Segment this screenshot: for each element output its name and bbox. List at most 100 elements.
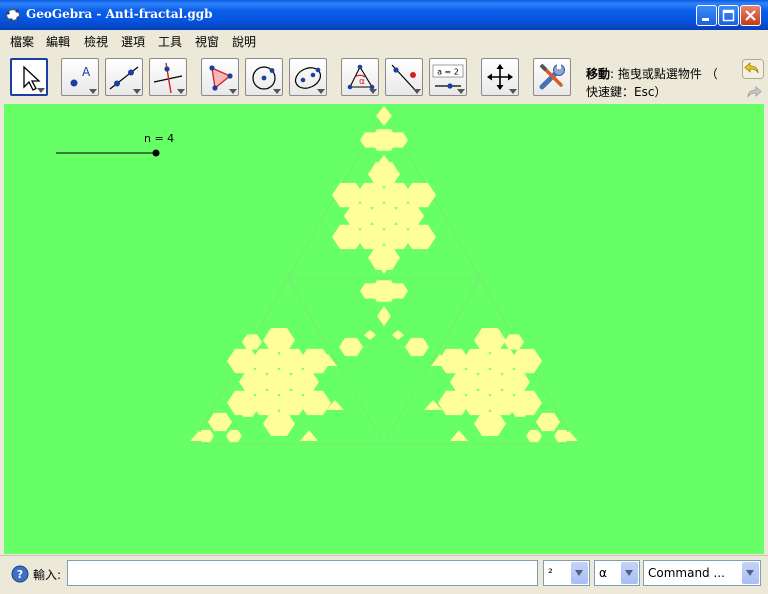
hexagon-cell (332, 224, 364, 250)
command-combo-value: Command ... (648, 566, 725, 580)
anti-fractal-shape[interactable] (190, 106, 578, 443)
input-label: 輸入: (33, 568, 62, 582)
hexagon-cell (474, 411, 506, 436)
circle-tool-button[interactable] (245, 58, 283, 96)
minimize-button[interactable] (696, 5, 717, 26)
diamond-cell (377, 306, 391, 326)
graphics-drawing[interactable]: n = 4 (4, 104, 764, 554)
reflect-tool-button[interactable] (385, 58, 423, 96)
hexagon-cell (536, 412, 560, 432)
window-title: GeoGebra - Anti-fractal.ggb (26, 7, 213, 21)
hexagon-cell (404, 224, 436, 250)
title-bar[interactable]: GeoGebra - Anti-fractal.ggb (0, 0, 768, 30)
conic-tool-button[interactable] (289, 58, 327, 96)
svg-text:α: α (359, 77, 365, 87)
menu-edit[interactable]: 編輯 (46, 33, 70, 50)
hexagon-cell (287, 369, 319, 395)
diamond-cell (376, 106, 392, 126)
hexagon-cell (438, 390, 470, 416)
menu-file[interactable]: 檔案 (10, 33, 34, 50)
move-view-tool-button[interactable] (481, 58, 519, 96)
point-tool-button[interactable]: A (61, 58, 99, 96)
diamond-cell (392, 330, 404, 340)
help-icon[interactable]: ? (11, 565, 29, 583)
command-combo[interactable]: Command ... (643, 560, 761, 586)
hexagon-cell (239, 369, 271, 395)
dropdown-arrow-icon (89, 89, 97, 94)
menu-window[interactable]: 視窗 (195, 33, 219, 50)
tools-wrench-icon (539, 63, 565, 90)
menu-options[interactable]: 選項 (121, 33, 145, 50)
hexagon-cell (474, 328, 506, 353)
diamond-cell (364, 330, 376, 340)
graphics-view[interactable]: n = 4 (4, 104, 764, 554)
line-tool-button[interactable] (105, 58, 143, 96)
menu-tools[interactable]: 工具 (158, 33, 182, 50)
maximize-icon (722, 9, 735, 22)
hexagon-cell (227, 348, 259, 374)
greek-combo-value: α (599, 566, 607, 580)
svg-text:a = 2: a = 2 (437, 68, 459, 77)
chevron-down-icon[interactable] (621, 562, 638, 584)
hexagon-cell (510, 348, 542, 374)
toolbar: A α a = 2 移動: 拖曳或點選物件 （ 快速鍵：Esc） (4, 53, 764, 103)
hexagon-cell (405, 337, 429, 357)
minimize-icon (702, 18, 709, 21)
hexagon-cell (344, 203, 376, 229)
chevron-down-icon[interactable] (742, 562, 759, 584)
dropdown-arrow-icon (457, 89, 465, 94)
hexagon-cell (450, 369, 482, 395)
slider-label: n = 4 (144, 132, 174, 145)
geogebra-app-icon (5, 8, 21, 22)
triangle-cell (300, 430, 318, 441)
hexagon-cell (242, 334, 262, 350)
close-button[interactable] (740, 5, 761, 26)
menu-view[interactable]: 檢視 (84, 33, 108, 50)
slider-tool-button[interactable]: a = 2 (429, 58, 467, 96)
hexagon-cell (208, 412, 232, 432)
hexagon-cell (404, 182, 436, 208)
dropdown-arrow-icon (177, 89, 185, 94)
dropdown-arrow-icon (37, 88, 45, 93)
dropdown-arrow-icon (317, 89, 325, 94)
chevron-down-icon[interactable] (571, 562, 588, 584)
hexagon-cell (526, 429, 542, 443)
slider-point[interactable] (152, 149, 160, 157)
tool-help-title: 移動: 拖曳或點選物件 （ (586, 65, 718, 82)
greek-symbol-combo[interactable]: α (594, 560, 640, 586)
hexagon-cell (504, 334, 524, 350)
tool-help-name: 移動 (586, 67, 611, 81)
polygon-tool-button[interactable] (201, 58, 239, 96)
geogebra-window: GeoGebra - Anti-fractal.ggb 檔案 編輯 檢視 選項 … (0, 0, 768, 594)
tool-help-shortcut: 快速鍵：Esc） (586, 85, 667, 99)
dropdown-arrow-icon (273, 89, 281, 94)
input-field[interactable] (67, 560, 538, 586)
hexagon-cell (392, 203, 424, 229)
undo-icon[interactable] (742, 59, 764, 79)
triangle-cell (450, 430, 468, 441)
slider-n[interactable]: n = 4 (56, 132, 174, 157)
hexagon-cell (332, 182, 364, 208)
hexagon-cell (226, 429, 242, 443)
dropdown-arrow-icon (369, 89, 377, 94)
move-tool-button[interactable] (10, 58, 48, 96)
menu-bar: 檔案 編輯 檢視 選項 工具 視窗 說明 (0, 30, 768, 52)
dropdown-arrow-icon (509, 89, 517, 94)
hexagon-cell (299, 390, 331, 416)
svg-text:A: A (82, 65, 91, 79)
redo-icon[interactable] (742, 83, 764, 103)
hexagon-cell (498, 369, 530, 395)
exponent-combo-value: ² (548, 566, 553, 580)
perpendicular-tool-button[interactable] (149, 58, 187, 96)
input-bar: ? 輸入: ² α Command ... (0, 555, 768, 594)
hexagon-cell (263, 411, 295, 436)
menu-help[interactable]: 說明 (232, 33, 256, 50)
maximize-button[interactable] (718, 5, 739, 26)
settings-tool-button[interactable] (533, 58, 571, 96)
hexagon-cell (339, 337, 363, 357)
dropdown-arrow-icon (229, 89, 237, 94)
dropdown-arrow-icon (133, 89, 141, 94)
exponent-combo[interactable]: ² (543, 560, 590, 586)
angle-tool-button[interactable]: α (341, 58, 379, 96)
tool-help-text: : 拖曳或點選物件 （ (610, 67, 718, 81)
